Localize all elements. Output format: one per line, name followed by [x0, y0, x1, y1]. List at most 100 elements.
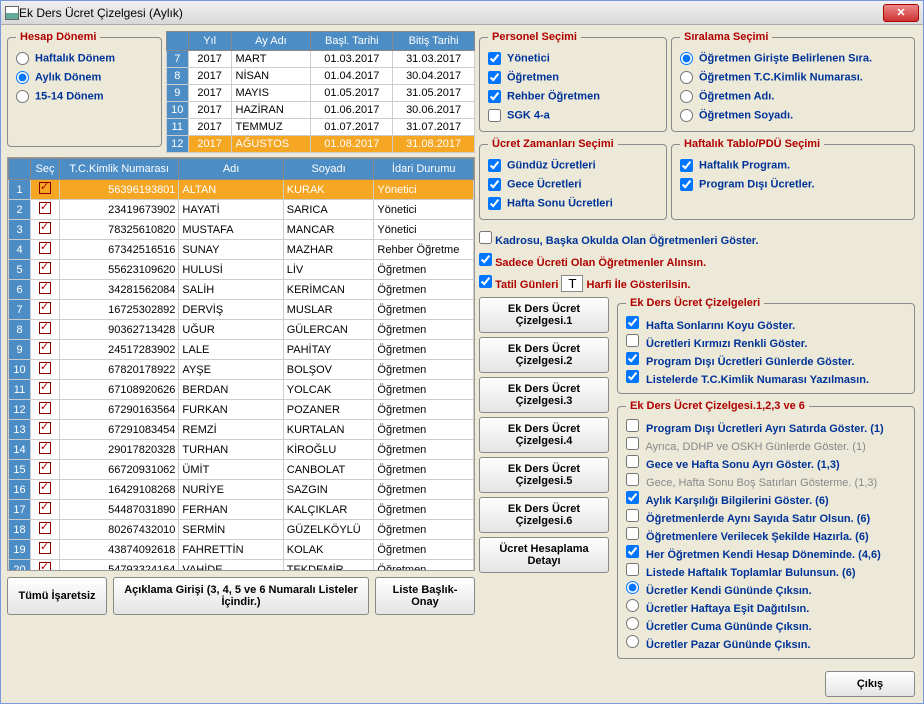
radio-aylik[interactable]: Aylık Dönem — [16, 68, 153, 87]
check-ogretmen[interactable]: Öğretmen — [488, 68, 658, 87]
table-row[interactable]: 156396193801ALTANKURAKYönetici — [9, 180, 474, 200]
ek-ders-button-6[interactable]: Ek Ders Ücret Çizelgesi.6 — [479, 497, 609, 533]
row-checkbox[interactable] — [39, 502, 51, 514]
check-tatil[interactable]: Tatil Günleri Harfi İle Gösterilsin. — [479, 272, 915, 295]
table-row[interactable]: 716725302892DERVİŞMUSLARÖğretmen — [9, 300, 474, 320]
cizelge2-item-7[interactable]: Her Öğretmen Kendi Hesap Döneminde. (4,6… — [626, 544, 906, 562]
liste-baslik-button[interactable]: Liste Başlık-Onay — [375, 577, 475, 615]
table-row[interactable]: 223419673902HAYATİSARICAYönetici — [9, 200, 474, 220]
cizelge2-item-9[interactable]: Ücretler Kendi Gününde Çıksın. — [626, 580, 906, 598]
cizelge2-item-12[interactable]: Ücretler Pazar Gününde Çıksın. — [626, 634, 906, 652]
table-row[interactable]: 924517283902LALEPAHİTAYÖğretmen — [9, 340, 474, 360]
table-row[interactable]: 1880267432010SERMİNGÜZELKÖYLÜÖğretmen — [9, 520, 474, 540]
app-icon — [5, 6, 19, 20]
row-checkbox[interactable] — [39, 522, 51, 534]
cizelge1-item-1[interactable]: Ücretleri Kırmızı Renkli Göster. — [626, 333, 906, 351]
check-gece[interactable]: Gece Ücretleri — [488, 175, 658, 194]
row-checkbox[interactable] — [39, 342, 51, 354]
check-rehber[interactable]: Rehber Öğretmen — [488, 87, 658, 106]
radio-sira-giris[interactable]: Öğretmen Girişte Belirlenen Sıra. — [680, 49, 906, 68]
table-row[interactable]: 2054793324164VAHİDETEKDEMİRÖğretmen — [9, 560, 474, 572]
check-sadece-ucret[interactable]: Sadece Ücreti Olan Öğretmenler Alınsın. — [479, 250, 915, 272]
row-checkbox[interactable] — [39, 262, 51, 274]
cizelge2-item-8[interactable]: Listede Haftalık Toplamlar Bulunsun. (6) — [626, 562, 906, 580]
row-checkbox[interactable] — [39, 302, 51, 314]
exit-button[interactable]: Çıkış — [825, 671, 915, 697]
check-gunduz[interactable]: Gündüz Ücretleri — [488, 156, 658, 175]
ek-ders-button-3[interactable]: Ek Ders Ücret Çizelgesi.3 — [479, 377, 609, 413]
radio-haftalik[interactable]: Haftalık Dönem — [16, 49, 153, 68]
table-row[interactable]: 1167108920626BERDANYOLCAKÖğretmen — [9, 380, 474, 400]
check-haftasonu[interactable]: Hafta Sonu Ücretleri — [488, 194, 658, 213]
row-checkbox[interactable] — [39, 382, 51, 394]
row-checkbox[interactable] — [39, 362, 51, 374]
cizelge1-item-2[interactable]: Program Dışı Ücretleri Günlerde Göster. — [626, 351, 906, 369]
row-checkbox[interactable] — [39, 542, 51, 554]
table-row[interactable]: 467342516516SUNAYMAZHARRehber Öğretme — [9, 240, 474, 260]
cizelge2-item-1[interactable]: Ayrıca, DDHP ve OSKH Günlerde Göster. (1… — [626, 436, 906, 454]
row-checkbox[interactable] — [39, 182, 51, 194]
table-row[interactable]: 378325610820MUSTAFAMANCARYönetici — [9, 220, 474, 240]
month-row[interactable]: 112017TEMMUZ01.07.201731.07.2017 — [166, 119, 474, 136]
close-button[interactable]: ✕ — [883, 4, 919, 22]
tumu-isaretsiz-button[interactable]: Tümü İşaretsiz — [7, 577, 107, 615]
cizelge2-item-0[interactable]: Program Dışı Ücretleri Ayrı Satırda Göst… — [626, 418, 906, 436]
table-row[interactable]: 890362713428UĞURGÜLERCANÖğretmen — [9, 320, 474, 340]
check-yonetici[interactable]: Yönetici — [488, 49, 658, 68]
table-row[interactable]: 1566720931062ÜMİTCANBOLATÖğretmen — [9, 460, 474, 480]
ek-ders-button-4[interactable]: Ek Ders Ücret Çizelgesi.4 — [479, 417, 609, 453]
ek-ders-button-1[interactable]: Ek Ders Ücret Çizelgesi.1 — [479, 297, 609, 333]
check-haftalik-program[interactable]: Haftalık Program. — [680, 156, 906, 175]
table-row[interactable]: 1067820178922AYŞEBOLŞOVÖğretmen — [9, 360, 474, 380]
month-row[interactable]: 92017MAYIS01.05.201731.05.2017 — [166, 85, 474, 102]
cizelge2-item-2[interactable]: Gece ve Hafta Sonu Ayrı Göster. (1,3) — [626, 454, 906, 472]
month-row[interactable]: 82017NİSAN01.04.201730.04.2017 — [166, 68, 474, 85]
ek-ders-button-7[interactable]: Ücret Hesaplama Detayı — [479, 537, 609, 573]
table-row[interactable]: 1267290163564FURKANPOZANERÖğretmen — [9, 400, 474, 420]
tatil-input[interactable] — [561, 275, 583, 292]
table-row[interactable]: 1616429108268NURİYESAZGINÖğretmen — [9, 480, 474, 500]
check-kadro[interactable]: Kadrosu, Başka Okulda Olan Öğretmenleri … — [479, 228, 915, 250]
month-table[interactable]: Yıl Ay Adı Başl. Tarihi Bitiş Tarihi 720… — [166, 31, 475, 153]
table-row[interactable]: 1367291083454REMZİKURTALANÖğretmen — [9, 420, 474, 440]
month-row[interactable]: 102017HAZİRAN01.06.201730.06.2017 — [166, 102, 474, 119]
table-row[interactable]: 555623109620HULUSİLİVÖğretmen — [9, 260, 474, 280]
month-row[interactable]: 122017AĞUSTOS01.08.201731.08.2017 — [166, 136, 474, 153]
row-checkbox[interactable] — [39, 462, 51, 474]
row-checkbox[interactable] — [39, 202, 51, 214]
radio-sira-soyadi[interactable]: Öğretmen Soyadı. — [680, 106, 906, 125]
row-checkbox[interactable] — [39, 442, 51, 454]
cizelge2-item-6[interactable]: Öğretmenlere Verilecek Şekilde Hazırla. … — [626, 526, 906, 544]
radio-1514[interactable]: 15-14 Dönem — [16, 87, 153, 106]
cizelge2-item-10[interactable]: Ücretler Haftaya Eşit Dağıtılsın. — [626, 598, 906, 616]
cizelge1-item-0[interactable]: Hafta Sonlarını Koyu Göster. — [626, 315, 906, 333]
radio-sira-adi[interactable]: Öğretmen Adı. — [680, 87, 906, 106]
ek-ders-button-2[interactable]: Ek Ders Ücret Çizelgesi.2 — [479, 337, 609, 373]
table-row[interactable]: 1754487031890FERHANKALÇIKLARÖğretmen — [9, 500, 474, 520]
radio-sira-tc[interactable]: Öğretmen T.C.Kimlik Numarası. — [680, 68, 906, 87]
table-row[interactable]: 1429017820328TURHANKİROĞLUÖğretmen — [9, 440, 474, 460]
row-checkbox[interactable] — [39, 422, 51, 434]
cizelge2-item-3[interactable]: Gece, Hafta Sonu Boş Satırları Gösterme.… — [626, 472, 906, 490]
table-row[interactable]: 634281562084SALİHKERİMCANÖğretmen — [9, 280, 474, 300]
month-row[interactable]: 72017MART01.03.201731.03.2017 — [166, 51, 474, 68]
row-checkbox[interactable] — [39, 322, 51, 334]
row-checkbox[interactable] — [39, 562, 51, 571]
row-checkbox[interactable] — [39, 482, 51, 494]
cizelge1-item-3[interactable]: Listelerde T.C.Kimlik Numarası Yazılması… — [626, 369, 906, 387]
row-checkbox[interactable] — [39, 222, 51, 234]
ek-ders-button-5[interactable]: Ek Ders Ücret Çizelgesi.5 — [479, 457, 609, 493]
row-checkbox[interactable] — [39, 282, 51, 294]
check-sgk4a[interactable]: SGK 4-a — [488, 106, 658, 125]
cizelge2-item-4[interactable]: Aylık Karşılığı Bilgilerini Göster. (6) — [626, 490, 906, 508]
aciklama-girisi-button[interactable]: Açıklama Girişi (3, 4, 5 ve 6 Numaralı L… — [113, 577, 369, 615]
cizelge2-item-11[interactable]: Ücretler Cuma Gününde Çıksın. — [626, 616, 906, 634]
teachers-table[interactable]: Seç T.C.Kimlik Numarası Adı Soyadı İdari… — [7, 157, 475, 571]
window-title: Ek Ders Ücret Çizelgesi (Aylık) — [19, 6, 883, 20]
hesap-donemi-legend: Hesap Dönemi — [16, 31, 100, 43]
cizelge2-item-5[interactable]: Öğretmenlerde Aynı Sayıda Satır Olsun. (… — [626, 508, 906, 526]
check-program-disi[interactable]: Program Dışı Ücretler. — [680, 175, 906, 194]
row-checkbox[interactable] — [39, 242, 51, 254]
row-checkbox[interactable] — [39, 402, 51, 414]
table-row[interactable]: 1943874092618FAHRETTİNKOLAKÖğretmen — [9, 540, 474, 560]
